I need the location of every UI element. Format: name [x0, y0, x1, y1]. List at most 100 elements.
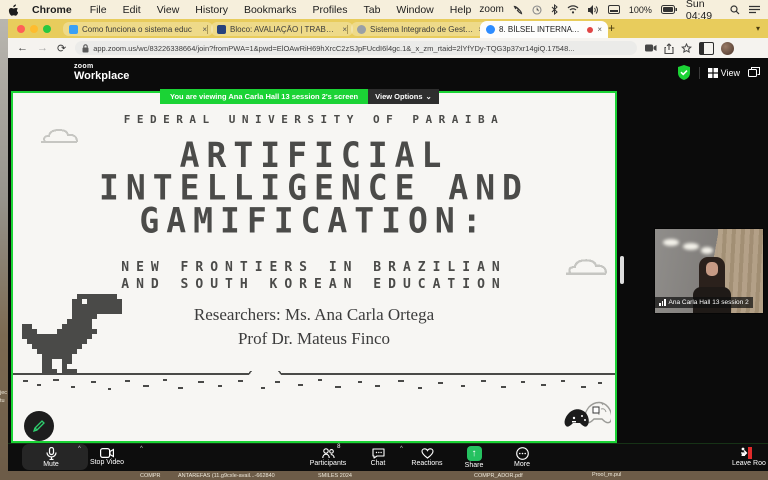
participants-count-badge: 8 — [337, 444, 340, 450]
desktop-file-label[interactable]: COMPR — [140, 473, 160, 479]
desktop-file-label[interactable]: SMILES 2024 — [318, 473, 352, 479]
bookmark-star-icon[interactable] — [681, 43, 692, 54]
menu-profiles[interactable]: Profiles — [312, 4, 347, 16]
desktop-file-label[interactable]: Prool_m.pul — [592, 472, 621, 478]
control-center-icon[interactable] — [749, 5, 760, 14]
chat-options-chevron[interactable]: ^ — [400, 446, 403, 452]
address-bar[interactable]: app.zoom.us/wc/83226338664/join?fromPWA=… — [75, 41, 637, 55]
desktop-file-label: jec — [0, 390, 7, 396]
tab-title: Sistema Integrado de Gestão d — [370, 25, 474, 34]
view-label: View — [721, 68, 740, 78]
menu-history[interactable]: History — [195, 4, 228, 16]
participants-icon — [322, 448, 335, 459]
tab-favicon — [69, 25, 78, 34]
tab-bloco-avaliacao[interactable]: Bloco: AVALIAÇÃO | TRABALH × — [211, 22, 353, 36]
menu-view[interactable]: View — [157, 4, 180, 16]
share-icon: ↑ — [467, 446, 482, 461]
share-banner-message: You are viewing Ana Carla Hall 13 sessio… — [160, 89, 368, 104]
reload-button[interactable]: ⟳ — [57, 42, 66, 55]
phone-icon[interactable] — [513, 5, 523, 15]
share-page-icon[interactable] — [664, 43, 674, 54]
tab-search-icon[interactable] — [699, 42, 714, 55]
menu-file[interactable]: File — [90, 4, 107, 16]
reactions-button[interactable]: Reactions — [404, 443, 450, 471]
tab-list-chevron-icon[interactable]: ▾ — [756, 24, 760, 33]
zoom-status-menu[interactable]: zoom — [479, 4, 503, 15]
mute-button[interactable]: Mute ^ — [26, 443, 76, 471]
new-tab-button[interactable]: + — [608, 21, 615, 35]
menu-edit[interactable]: Edit — [123, 4, 141, 16]
tab-recording-indicator — [587, 27, 593, 33]
popout-window-icon[interactable] — [748, 67, 760, 78]
apple-menu-icon[interactable] — [8, 4, 18, 16]
profile-avatar[interactable] — [721, 42, 734, 55]
wifi-icon[interactable] — [567, 5, 579, 14]
url-text: app.zoom.us/wc/83226338664/join?fromPWA=… — [93, 44, 630, 53]
more-button[interactable]: More — [504, 443, 540, 471]
clock-icon[interactable] — [532, 5, 542, 15]
desktop-file-label[interactable]: COMPR_ADOR.pdf — [474, 473, 523, 479]
tab-favicon — [217, 25, 226, 34]
leave-button[interactable]: Leave Roo — [724, 443, 768, 471]
active-app-name[interactable]: Chrome — [32, 4, 72, 16]
camera-in-use-icon[interactable] — [645, 44, 657, 52]
header-divider — [699, 67, 700, 79]
tab-title: 8. BİLSEL INTERNATIONAL — [499, 25, 584, 34]
chrome-toolbar: ← → ⟳ app.zoom.us/wc/83226338664/join?fr… — [8, 38, 768, 58]
menu-help[interactable]: Help — [450, 4, 472, 16]
gamepad-brain-icon — [561, 401, 611, 435]
screen-share-banner: You are viewing Ana Carla Hall 13 sessio… — [160, 89, 439, 104]
annotate-button[interactable] — [24, 411, 54, 441]
macos-menu-bar: Chrome File Edit View History Bookmarks … — [0, 0, 768, 19]
spotlight-search-icon[interactable] — [730, 5, 740, 15]
tab-sistema-integrado[interactable]: Sistema Integrado de Gestão d × — [351, 22, 489, 36]
window-controls — [17, 25, 51, 33]
minimize-window-button[interactable] — [30, 25, 38, 33]
stop-video-button[interactable]: Stop Video ^ — [76, 443, 138, 471]
menu-bookmarks[interactable]: Bookmarks — [244, 4, 297, 16]
dino-pixel-art — [22, 294, 122, 374]
close-tab-icon[interactable]: × — [597, 25, 602, 34]
heart-icon — [421, 448, 434, 459]
microphone-icon — [46, 447, 57, 460]
desktop-file-label: tu — [0, 398, 5, 404]
presentation-slide: FEDERAL UNIVERSITY OF PARAIBA ARTIFICIAL… — [13, 93, 615, 441]
share-screen-button[interactable]: ↑ Share — [456, 443, 492, 471]
video-camera-icon — [100, 448, 114, 458]
chat-button[interactable]: Chat ^ — [360, 443, 396, 471]
pixel-ground — [13, 371, 615, 397]
participant-video-tile[interactable]: Ana Carla Hall 13 session 2 — [654, 228, 764, 314]
slide-university: FEDERAL UNIVERSITY OF PARAIBA — [13, 113, 615, 126]
tab-como-funciona[interactable]: Como funciona o sistema educ × — [63, 22, 213, 36]
participant-name-label: Ana Carla Hall 13 session 2 — [655, 297, 753, 308]
close-window-button[interactable] — [17, 25, 25, 33]
menu-clock[interactable]: Sun 04:49 — [686, 0, 721, 22]
shared-screen: FEDERAL UNIVERSITY OF PARAIBA ARTIFICIAL… — [11, 91, 617, 443]
meeting-controls-bar: Mute ^ Stop Video ^ 8 Participants Chat … — [8, 443, 768, 471]
view-button[interactable]: View — [708, 68, 740, 78]
audio-level-icon — [659, 299, 666, 306]
tab-title: Como funciona o sistema educ — [82, 25, 198, 34]
desktop-file-label[interactable]: ANTAREFAS (11.g9cxle-avail...-662840 — [178, 473, 275, 479]
lock-icon — [82, 44, 89, 53]
participants-button[interactable]: 8 Participants — [300, 443, 356, 471]
slide-title: ARTIFICIAL INTELLIGENCE AND GAMIFICATION… — [13, 138, 615, 237]
tab-bilsel-active[interactable]: 8. BİLSEL INTERNATIONAL × — [480, 21, 608, 38]
more-ellipsis-icon — [516, 447, 529, 460]
back-button[interactable]: ← — [17, 42, 28, 54]
view-layout-icon — [708, 68, 718, 78]
battery-icon[interactable] — [661, 5, 677, 14]
volume-icon[interactable] — [588, 5, 599, 15]
view-options-button[interactable]: View Options ⌄ — [368, 89, 439, 104]
slide-subtitle: NEW FRONTIERS IN BRAZILIAN AND SOUTH KOR… — [13, 259, 615, 293]
display-icon[interactable] — [608, 5, 620, 14]
scrollbar-handle[interactable] — [620, 256, 624, 284]
menu-window[interactable]: Window — [396, 4, 433, 16]
security-shield-icon[interactable] — [677, 65, 691, 80]
bluetooth-icon[interactable] — [551, 4, 558, 15]
menu-tab[interactable]: Tab — [363, 4, 380, 16]
video-options-chevron[interactable]: ^ — [140, 446, 143, 452]
zoom-window-button[interactable] — [43, 25, 51, 33]
forward-button[interactable]: → — [37, 42, 48, 54]
zoom-meeting-window: zoom Workplace View FEDERAL UNIVERSITY O… — [8, 58, 768, 471]
